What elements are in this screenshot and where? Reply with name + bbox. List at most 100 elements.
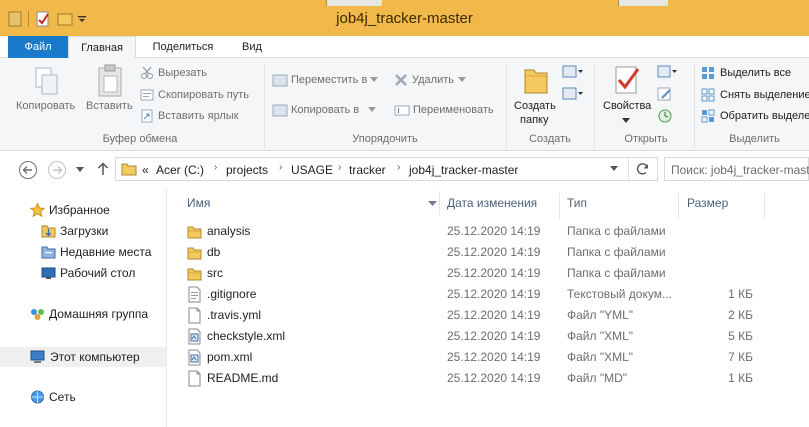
history-icon[interactable] bbox=[657, 108, 673, 124]
column-header-type[interactable]: Тип bbox=[567, 193, 587, 213]
column-header-date[interactable]: Дата изменения bbox=[447, 193, 537, 213]
pane-splitter[interactable] bbox=[166, 187, 167, 427]
breadcrumb-separator-icon[interactable]: › bbox=[397, 162, 400, 173]
file-row[interactable]: src 25.12.2020 14:19 Папка с файлами bbox=[178, 263, 809, 284]
column-header-size[interactable]: Размер bbox=[687, 193, 728, 213]
breadcrumb-overflow[interactable]: « bbox=[142, 163, 149, 177]
file-row[interactable]: .gitignore 25.12.2020 14:19 Текстовый доку… bbox=[178, 284, 809, 305]
copy-path-button[interactable]: Скопировать путь bbox=[158, 89, 249, 101]
invert-selection-button[interactable]: Обратить выделен bbox=[720, 110, 809, 122]
new-folder-button-line2: папку bbox=[520, 114, 549, 126]
delete-icon bbox=[395, 74, 407, 86]
invert-selection-icon bbox=[701, 109, 715, 123]
file-size: 2 КБ bbox=[728, 308, 753, 322]
tab-file[interactable]: Файл bbox=[8, 36, 68, 58]
easy-access-icon[interactable] bbox=[562, 86, 584, 102]
chevron-down-icon bbox=[370, 77, 378, 82]
search-input[interactable]: Поиск: job4j_tracker-master bbox=[664, 157, 809, 181]
tab-view[interactable]: Вид bbox=[230, 36, 274, 58]
paste-shortcut-button[interactable]: Вставить ярлык bbox=[158, 110, 239, 122]
downloads-folder-icon bbox=[41, 225, 56, 238]
select-none-button[interactable]: Снять выделение bbox=[720, 89, 809, 101]
file-type: Файл "YML" bbox=[567, 308, 634, 322]
file-type: Папка с файлами bbox=[567, 245, 666, 259]
forward-button[interactable] bbox=[47, 160, 67, 180]
new-folder-button[interactable]: Создать bbox=[514, 100, 556, 112]
cut-button[interactable]: Вырезать bbox=[158, 67, 207, 79]
homegroup-icon bbox=[31, 309, 44, 320]
window-title: job4j_tracker-master bbox=[336, 10, 473, 27]
address-bar[interactable]: « Acer (C:) › projects › USAGE › tracker… bbox=[115, 157, 658, 181]
copy-to-button[interactable]: Копировать в bbox=[291, 104, 359, 116]
column-header-name[interactable]: Имя bbox=[187, 193, 210, 213]
file-date: 25.12.2020 14:19 bbox=[447, 371, 541, 385]
file-row[interactable]: db 25.12.2020 14:19 Папка с файлами bbox=[178, 242, 809, 263]
title-bar[interactable]: job4j_tracker-master bbox=[0, 0, 809, 36]
ribbon: Копировать Вставить Вырезать Скопировать… bbox=[0, 58, 809, 151]
back-button[interactable] bbox=[18, 160, 38, 180]
file-date: 25.12.2020 14:19 bbox=[447, 308, 541, 322]
file-row[interactable]: pom.xml 25.12.2020 14:19 Файл "XML" 7 КБ bbox=[178, 347, 809, 368]
address-history-chevron-icon[interactable] bbox=[610, 166, 618, 172]
select-all-button[interactable]: Выделить все bbox=[720, 67, 791, 79]
folder-icon bbox=[187, 223, 202, 240]
nav-label: Избранное bbox=[49, 203, 110, 217]
file-date: 25.12.2020 14:19 bbox=[447, 329, 541, 343]
recent-places-icon bbox=[41, 246, 56, 259]
breadcrumb-current[interactable]: job4j_tracker-master bbox=[409, 163, 518, 177]
nav-label: Сеть bbox=[49, 390, 76, 404]
breadcrumb-separator-icon[interactable]: › bbox=[279, 162, 282, 173]
rename-button[interactable]: Переименовать bbox=[413, 104, 494, 116]
ribbon-separator bbox=[264, 64, 265, 148]
file-type: Файл "XML" bbox=[567, 350, 634, 364]
refresh-icon[interactable] bbox=[636, 162, 650, 176]
file-icon bbox=[187, 370, 202, 387]
star-icon bbox=[30, 203, 45, 217]
properties-icon bbox=[615, 66, 640, 94]
nav-item-computer[interactable]: Этот компьютер bbox=[0, 347, 166, 367]
tab-home[interactable]: Главная bbox=[68, 36, 136, 59]
file-row[interactable]: analysis 25.12.2020 14:19 Папка с файлами bbox=[178, 221, 809, 242]
paste-button[interactable]: Вставить bbox=[86, 100, 133, 112]
column-separator[interactable] bbox=[559, 193, 560, 219]
column-separator[interactable] bbox=[678, 193, 679, 219]
open-icon[interactable] bbox=[657, 64, 677, 80]
ribbon-tabs: Файл Главная Поделиться Вид bbox=[0, 36, 809, 59]
file-name: db bbox=[207, 245, 221, 259]
tab-share[interactable]: Поделиться bbox=[140, 36, 226, 58]
xml-file-icon bbox=[187, 328, 202, 345]
scissors-icon bbox=[141, 66, 153, 79]
file-list: Имя Дата изменения Тип Размер analysis 25… bbox=[178, 187, 809, 427]
group-organize-label: Упорядочить bbox=[352, 133, 418, 145]
file-row[interactable]: checkstyle.xml 25.12.2020 14:19 Файл "XML"… bbox=[178, 326, 809, 347]
file-row[interactable]: README.md 25.12.2020 14:19 Файл "MD" 1 КБ bbox=[178, 368, 809, 389]
recent-locations-chevron-icon[interactable] bbox=[76, 167, 84, 173]
breadcrumb-separator-icon[interactable]: › bbox=[214, 162, 217, 173]
breadcrumb-usage[interactable]: USAGE bbox=[291, 163, 333, 177]
breadcrumb-separator-icon[interactable]: › bbox=[338, 162, 341, 173]
paste-icon bbox=[98, 64, 122, 97]
file-date: 25.12.2020 14:19 bbox=[447, 224, 541, 238]
folder-icon bbox=[187, 244, 202, 261]
chevron-down-icon bbox=[458, 77, 466, 82]
edit-icon[interactable] bbox=[657, 86, 673, 102]
nav-label: Этот компьютер bbox=[50, 350, 140, 364]
file-date: 25.12.2020 14:19 bbox=[447, 350, 541, 364]
breadcrumb-drive[interactable]: Acer (C:) bbox=[156, 163, 204, 177]
move-to-button[interactable]: Переместить в bbox=[291, 74, 367, 86]
up-button[interactable] bbox=[97, 162, 109, 176]
ribbon-separator bbox=[506, 64, 507, 148]
ribbon-separator bbox=[694, 64, 695, 148]
text-file-icon bbox=[187, 286, 202, 303]
delete-button[interactable]: Удалить bbox=[412, 74, 454, 86]
file-row[interactable]: .travis.yml 25.12.2020 14:19 Файл "YML" 2 К… bbox=[178, 305, 809, 326]
new-item-icon[interactable] bbox=[562, 64, 584, 80]
column-separator[interactable] bbox=[764, 193, 765, 219]
breadcrumb-projects[interactable]: projects bbox=[226, 163, 268, 177]
navigation-pane: Избранное Загрузки Недавние места Рабочи… bbox=[0, 187, 170, 427]
breadcrumb-tracker[interactable]: tracker bbox=[349, 163, 386, 177]
copy-button[interactable]: Копировать bbox=[16, 100, 75, 112]
file-name: README.md bbox=[207, 371, 279, 385]
select-all-icon bbox=[702, 67, 714, 79]
properties-button[interactable]: Свойства bbox=[603, 100, 651, 112]
